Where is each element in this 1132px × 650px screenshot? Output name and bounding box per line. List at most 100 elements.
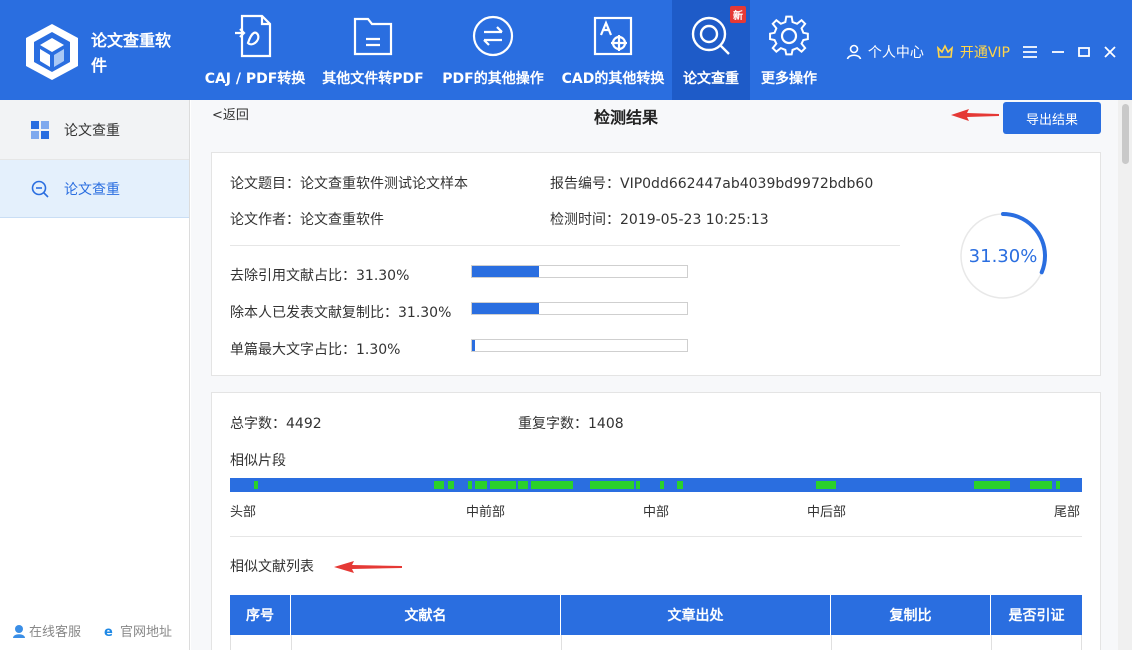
thesis-author: 论文作者：论文查重软件 bbox=[230, 212, 384, 228]
segment bbox=[434, 481, 444, 489]
arrows-swap-icon bbox=[472, 15, 514, 57]
position-label: 中前部 bbox=[466, 505, 506, 520]
segment bbox=[1030, 481, 1052, 489]
segment bbox=[448, 481, 454, 489]
similar-segments-bar bbox=[230, 478, 1082, 492]
app-title: 论文查重软件 bbox=[91, 31, 172, 75]
column-header-cited[interactable]: 是否引证 bbox=[991, 595, 1082, 635]
nav-other-to-pdf[interactable]: 其他文件转PDF bbox=[314, 0, 432, 100]
user-center-link[interactable]: 个人中心 bbox=[868, 42, 924, 62]
position-label: 中部 bbox=[643, 505, 670, 520]
total-words: 总字数：4492 bbox=[230, 416, 322, 432]
export-result-button[interactable]: 导出结果 bbox=[1003, 102, 1101, 134]
nav-label: 其他文件转PDF bbox=[322, 71, 424, 87]
check-time: 检测时间：2019-05-23 10:25:13 bbox=[550, 212, 769, 228]
similarity-ring-text: 31.30% bbox=[969, 246, 1038, 267]
similarity-ring: 31.30% bbox=[959, 212, 1047, 300]
nav-label: CAD的其他转换 bbox=[561, 71, 665, 87]
column-header-copy-ratio[interactable]: 复制比 bbox=[831, 595, 991, 635]
cad-icon bbox=[593, 16, 633, 56]
report-summary-card: 论文题目：论文查重软件测试论文样本 报告编号：VIP0dd662447ab403… bbox=[211, 152, 1101, 376]
nav-label: 论文查重 bbox=[683, 71, 739, 87]
annotation-arrow-icon bbox=[951, 109, 999, 121]
detail-card: 总字数：4492 重复字数：1408 相似片段 头部 中前部 中部 中后部 尾部 bbox=[211, 392, 1101, 650]
segment bbox=[518, 481, 528, 489]
duplicate-words: 重复字数：1408 bbox=[518, 416, 624, 432]
scrollbar-thumb[interactable] bbox=[1122, 104, 1129, 164]
progress-fill bbox=[472, 303, 540, 314]
column-header-name[interactable]: 文献名 bbox=[291, 595, 561, 635]
segment bbox=[254, 481, 258, 489]
report-number: 报告编号：VIP0dd662447ab4039bd9972bdb60 bbox=[550, 176, 874, 192]
browser-e-icon: e bbox=[104, 625, 113, 638]
open-vip-link[interactable]: 开通VIP bbox=[960, 42, 1010, 62]
minimize-icon[interactable] bbox=[1050, 45, 1066, 59]
similar-segments-title: 相似片段 bbox=[230, 453, 286, 469]
header-actions: 个人中心 开通VIP bbox=[846, 40, 1118, 64]
segment bbox=[636, 481, 640, 489]
main-nav: CAJ / PDF转换 其他文件转PDF PDF的其他操作 CAD的其他转换 新… bbox=[196, 0, 828, 100]
position-label: 尾部 bbox=[1054, 505, 1081, 520]
progress-bar bbox=[471, 339, 688, 352]
stat-label: 单篇最大文字占比：1.30% bbox=[230, 342, 401, 358]
column-header-index[interactable]: 序号 bbox=[230, 595, 291, 635]
gear-icon bbox=[769, 15, 809, 56]
new-badge: 新 bbox=[730, 6, 746, 23]
nav-label: 更多操作 bbox=[761, 71, 817, 87]
sidebar-item-label: 论文查重 bbox=[64, 122, 120, 139]
segment bbox=[1056, 481, 1060, 489]
segment bbox=[974, 481, 1010, 489]
user-icon[interactable] bbox=[846, 44, 862, 60]
nav-caj-pdf[interactable]: CAJ / PDF转换 bbox=[196, 0, 314, 100]
pdf-convert-icon bbox=[235, 14, 272, 58]
segment bbox=[490, 481, 516, 489]
stat-label: 除本人已发表文献复制比：31.30% bbox=[230, 305, 452, 321]
search-check-icon bbox=[691, 16, 730, 55]
grid-icon bbox=[31, 120, 49, 139]
annotation-arrow-icon bbox=[334, 561, 402, 573]
progress-fill bbox=[472, 340, 475, 351]
column-header-source[interactable]: 文章出处 bbox=[561, 595, 831, 635]
nav-label: CAJ / PDF转换 bbox=[204, 71, 306, 87]
maximize-icon[interactable] bbox=[1076, 45, 1092, 59]
main-content: <返回 检测结果 导出结果 论文题目：论文查重软件测试论文样本 报告编号：VIP… bbox=[191, 100, 1118, 650]
segment bbox=[531, 481, 573, 489]
menu-icon[interactable] bbox=[1022, 45, 1038, 59]
crown-icon[interactable] bbox=[936, 44, 954, 60]
thesis-title: 论文题目：论文查重软件测试论文样本 bbox=[230, 176, 468, 192]
official-site-link[interactable]: e 官网地址 bbox=[103, 621, 172, 641]
close-icon[interactable] bbox=[1102, 45, 1118, 59]
main-scrollbar[interactable] bbox=[1118, 100, 1132, 650]
table-row bbox=[230, 635, 1082, 650]
nav-label: PDF的其他操作 bbox=[442, 71, 544, 87]
nav-cad-other[interactable]: CAD的其他转换 bbox=[554, 0, 672, 100]
headset-icon bbox=[13, 624, 25, 638]
nav-thesis-check[interactable]: 新 论文查重 bbox=[672, 0, 750, 100]
divider bbox=[230, 536, 1082, 537]
sidebar-item-thesis-check-active[interactable]: 论文查重 bbox=[0, 160, 189, 218]
similar-list-title: 相似文献列表 bbox=[230, 559, 314, 575]
position-label: 头部 bbox=[230, 505, 257, 520]
page-title: 检测结果 bbox=[593, 108, 658, 127]
segment bbox=[816, 481, 836, 489]
sidebar-footer: 在线客服 e 官网地址 bbox=[12, 621, 172, 640]
app-logo-icon bbox=[26, 24, 78, 80]
sidebar-item-label: 论文查重 bbox=[64, 181, 120, 198]
nav-more[interactable]: 更多操作 bbox=[750, 0, 828, 100]
folder-icon bbox=[353, 17, 393, 56]
online-service-link[interactable]: 在线客服 bbox=[12, 621, 81, 640]
segment bbox=[590, 481, 634, 489]
sidebar-item-thesis-check[interactable]: 论文查重 bbox=[0, 100, 189, 160]
search-icon bbox=[31, 180, 49, 198]
svg-text:e: e bbox=[104, 625, 113, 638]
progress-fill bbox=[472, 266, 540, 277]
divider bbox=[230, 245, 900, 246]
position-label: 中后部 bbox=[807, 505, 847, 520]
segment bbox=[468, 481, 472, 489]
segment bbox=[660, 481, 664, 489]
nav-pdf-other[interactable]: PDF的其他操作 bbox=[432, 0, 554, 100]
similar-list-table-header: 序号 文献名 文章出处 复制比 是否引证 bbox=[230, 595, 1082, 635]
progress-bar bbox=[471, 302, 688, 315]
segment bbox=[475, 481, 487, 489]
progress-bar bbox=[471, 265, 688, 278]
